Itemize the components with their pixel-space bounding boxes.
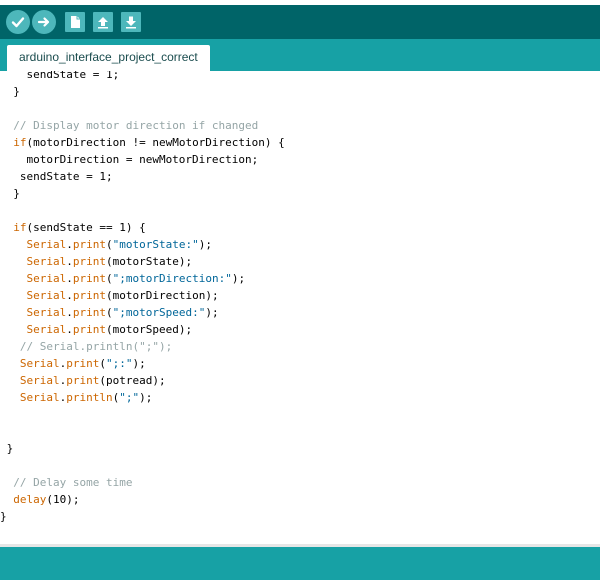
- open-arrow-up-icon: [98, 17, 108, 29]
- code-line[interactable]: delay(10);: [0, 491, 285, 508]
- save-arrow-down-icon: [126, 16, 136, 29]
- code-line[interactable]: sendState = 1;: [0, 71, 285, 83]
- code-line[interactable]: // Display motor direction if changed: [0, 117, 285, 134]
- code-line[interactable]: // Delay some time: [0, 474, 285, 491]
- code-line[interactable]: sendState = 1;: [0, 168, 285, 185]
- verify-button[interactable]: [6, 10, 30, 34]
- new-sketch-button[interactable]: [65, 12, 85, 32]
- code-line[interactable]: motorDirection = newMotorDirection;: [0, 151, 285, 168]
- code-line[interactable]: Serial.print("motorState:");: [0, 236, 285, 253]
- tab-sketch[interactable]: arduino_interface_project_correct: [7, 45, 210, 71]
- checkmark-icon: [11, 17, 25, 28]
- open-sketch-button[interactable]: [93, 12, 113, 32]
- code-line[interactable]: Serial.print(";motorDirection:");: [0, 270, 285, 287]
- code-line[interactable]: Serial.println(";");: [0, 389, 285, 406]
- code-line[interactable]: }: [0, 440, 285, 457]
- code-line[interactable]: ​: [0, 423, 285, 440]
- code-line[interactable]: Serial.print(";:");: [0, 355, 285, 372]
- new-file-icon: [71, 16, 80, 28]
- code-line[interactable]: Serial.print(motorDirection);: [0, 287, 285, 304]
- code-line[interactable]: Serial.print(motorState);: [0, 253, 285, 270]
- code-line[interactable]: Serial.print(potread);: [0, 372, 285, 389]
- arrow-right-icon: [37, 17, 50, 27]
- code-line[interactable]: }: [0, 508, 285, 525]
- save-sketch-button[interactable]: [121, 12, 141, 32]
- code-line[interactable]: if(motorDirection != newMotorDirection) …: [0, 134, 285, 151]
- code-line[interactable]: Serial.print(";motorSpeed:");: [0, 304, 285, 321]
- upload-button[interactable]: [32, 10, 56, 34]
- code-line[interactable]: ​: [0, 202, 285, 219]
- code-line[interactable]: if(sendState == 1) {: [0, 219, 285, 236]
- status-bar: [0, 547, 600, 580]
- code-line[interactable]: ​: [0, 100, 285, 117]
- code-line[interactable]: }: [0, 83, 285, 100]
- code-editor[interactable]: sendState = 1; }​ // Display motor direc…: [0, 71, 600, 544]
- code-line[interactable]: // Serial.println(";");: [0, 338, 285, 355]
- code-text[interactable]: sendState = 1; }​ // Display motor direc…: [0, 71, 285, 525]
- toolbar: [0, 5, 600, 39]
- tab-label: arduino_interface_project_correct: [19, 50, 198, 64]
- code-line[interactable]: ​: [0, 457, 285, 474]
- code-line[interactable]: }: [0, 185, 285, 202]
- code-line[interactable]: ​: [0, 406, 285, 423]
- tab-bar: arduino_interface_project_correct: [0, 39, 600, 71]
- code-line[interactable]: Serial.print(motorSpeed);: [0, 321, 285, 338]
